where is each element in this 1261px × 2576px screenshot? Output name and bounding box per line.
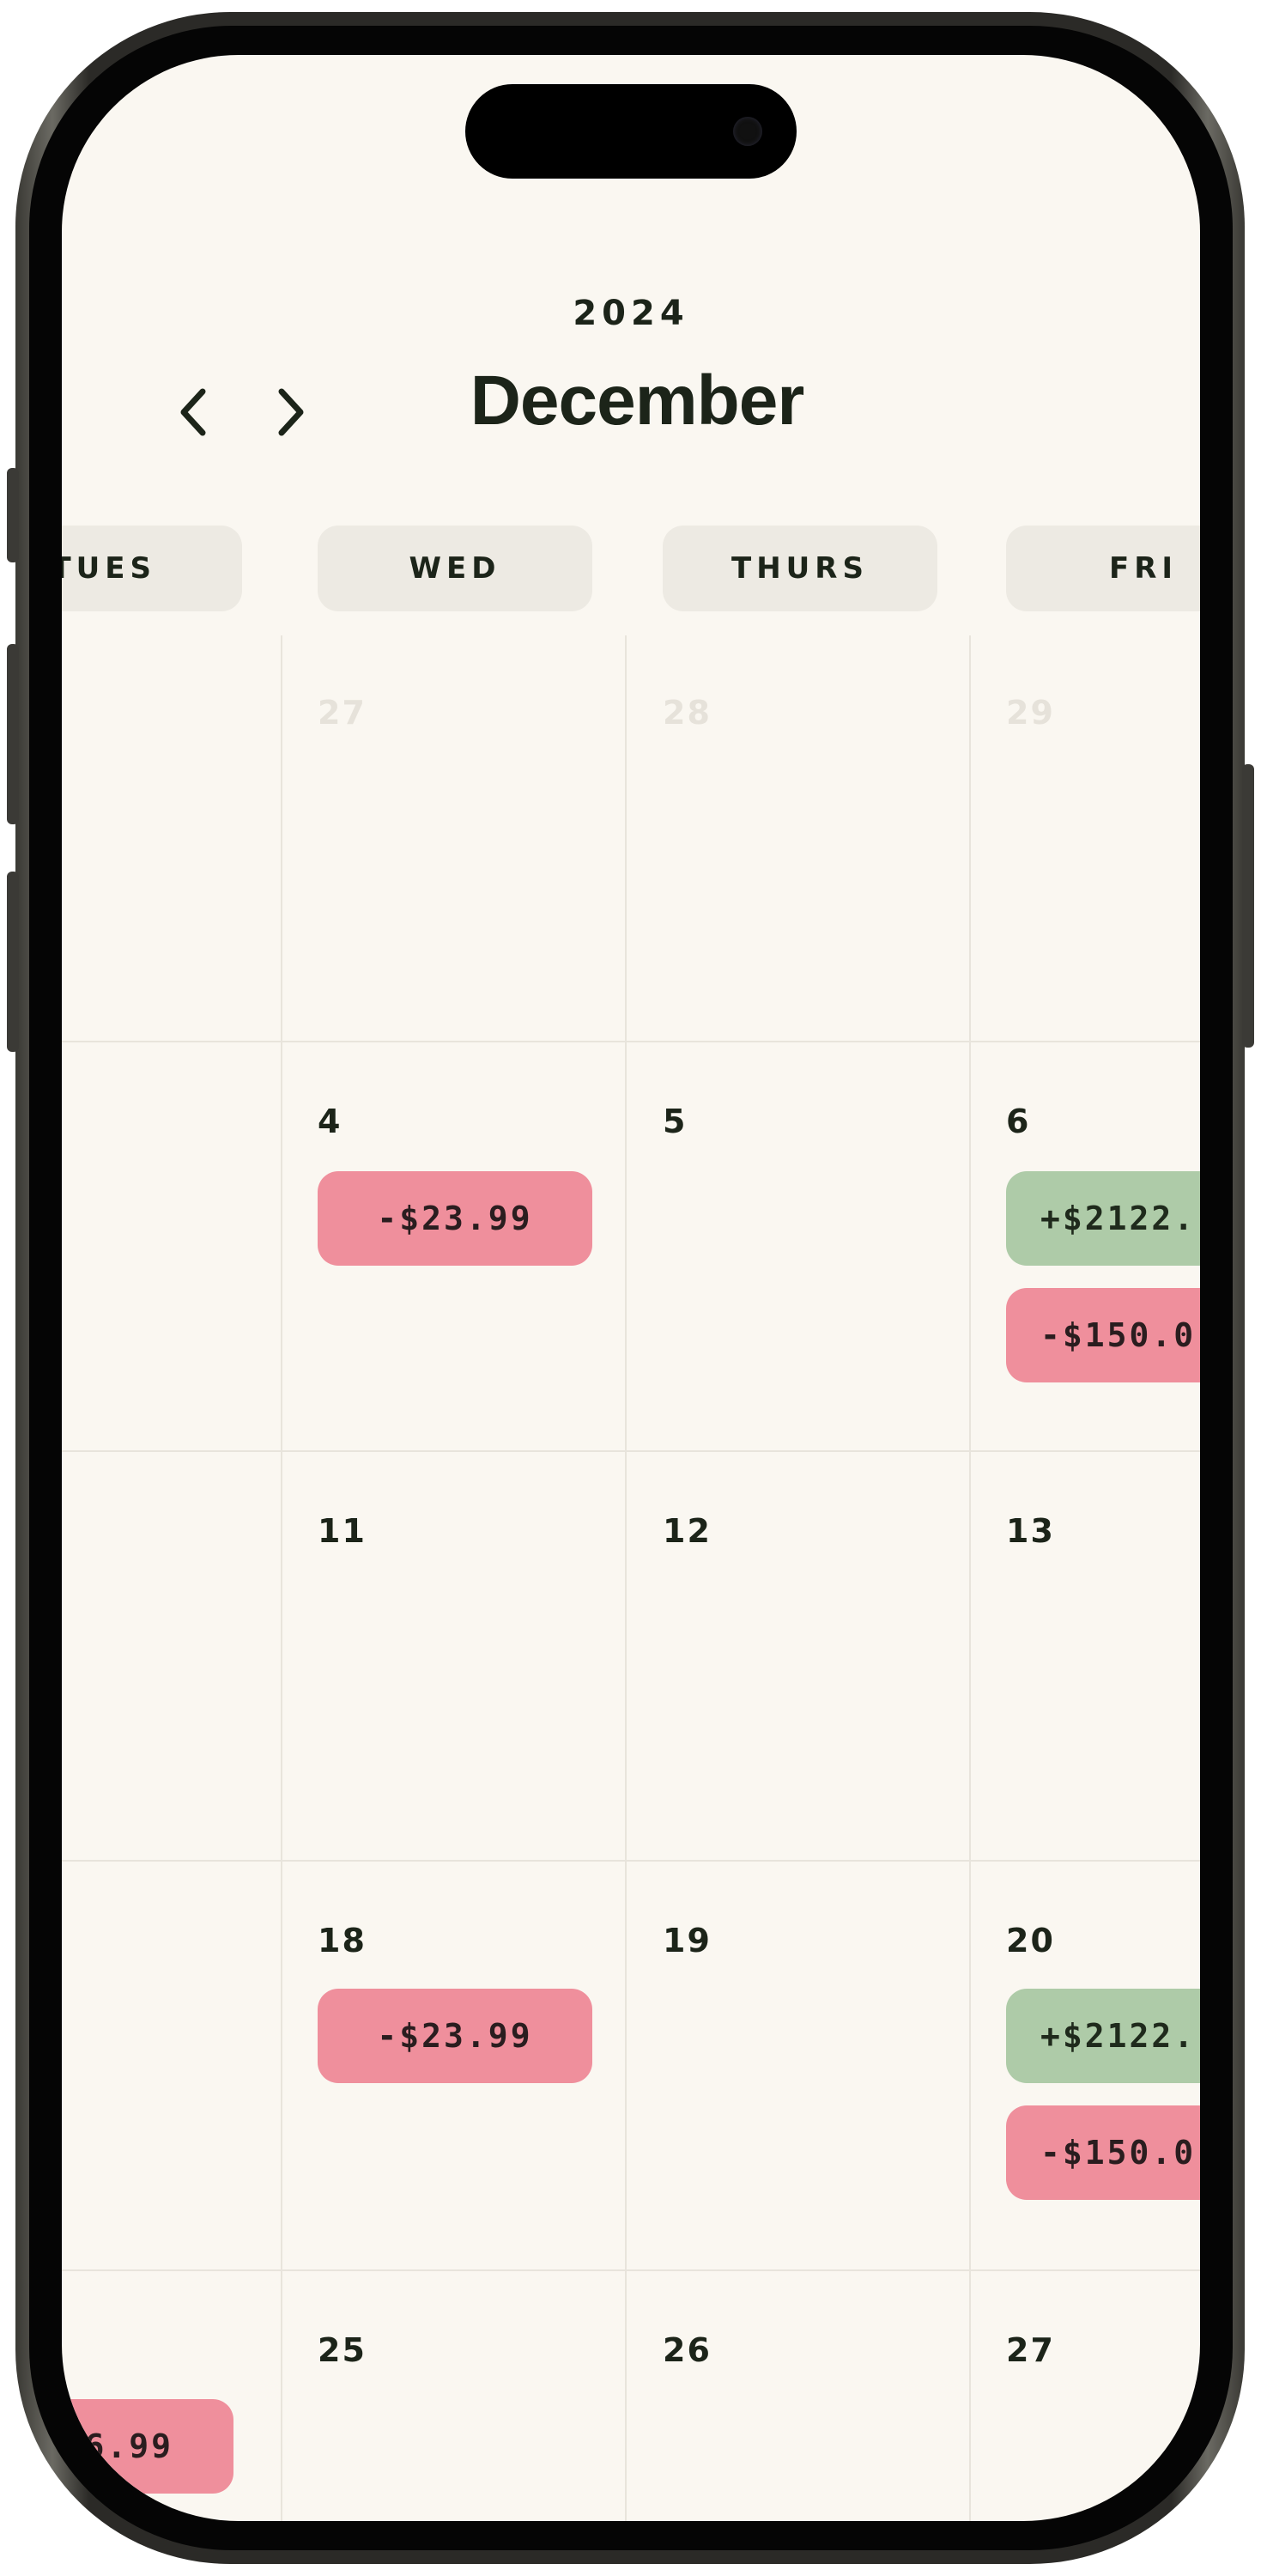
transaction-income[interactable]: +$2122. [1006,1171,1200,1266]
grid-row-divider [62,1041,1200,1042]
day-number[interactable]: 25 [318,2331,367,2369]
previous-month-button[interactable] [163,378,223,447]
calendar-screen: 2024 December TUES WED THURS FRI 27 28 2… [62,55,1200,2521]
weekday-header-thurs: THURS [663,526,937,611]
camera-icon [733,117,762,146]
grid-row-divider [62,1860,1200,1862]
grid-row-divider [62,1450,1200,1452]
power-button [1242,764,1254,1048]
day-number[interactable]: 6 [1006,1103,1030,1140]
day-number[interactable]: 27 [1006,2331,1055,2369]
month-title: December [470,361,805,440]
dynamic-island [465,84,797,179]
weekday-header-tues: TUES [62,526,242,611]
transaction-expense[interactable]: -$150.0 [1006,1288,1200,1382]
transaction-income[interactable]: +$2122. [1006,1989,1200,2083]
grid-column-divider [625,635,627,2521]
transaction-expense[interactable]: -$23.99 [318,1989,592,2083]
year-label: 2024 [573,294,689,333]
transaction-expense[interactable]: 16.99 [62,2399,233,2494]
day-number[interactable]: 5 [663,1103,687,1140]
day-number[interactable]: 28 [663,694,712,732]
day-number[interactable]: 27 [318,694,367,732]
chevron-right-icon [278,388,304,436]
day-number[interactable]: 13 [1006,1512,1055,1550]
day-number[interactable]: 4 [318,1103,342,1140]
chevron-left-icon [180,388,206,436]
grid-row-divider [62,2269,1200,2271]
day-number[interactable]: 18 [318,1922,367,1959]
day-number[interactable]: 19 [663,1922,712,1959]
grid-column-divider [281,635,282,2521]
day-number[interactable]: 29 [1006,694,1055,732]
day-number[interactable]: 12 [663,1512,712,1550]
next-month-button[interactable] [261,378,321,447]
volume-down-button [7,872,19,1052]
action-button [7,468,19,562]
day-number[interactable]: 20 [1006,1922,1055,1959]
weekday-header-fri: FRI [1006,526,1200,611]
day-number[interactable]: 11 [318,1512,367,1550]
transaction-expense[interactable]: -$23.99 [318,1171,592,1266]
volume-up-button [7,644,19,824]
day-number[interactable]: 26 [663,2331,712,2369]
grid-column-divider [969,635,971,2521]
weekday-header-wed: WED [318,526,592,611]
transaction-expense[interactable]: -$150.0 [1006,2105,1200,2200]
